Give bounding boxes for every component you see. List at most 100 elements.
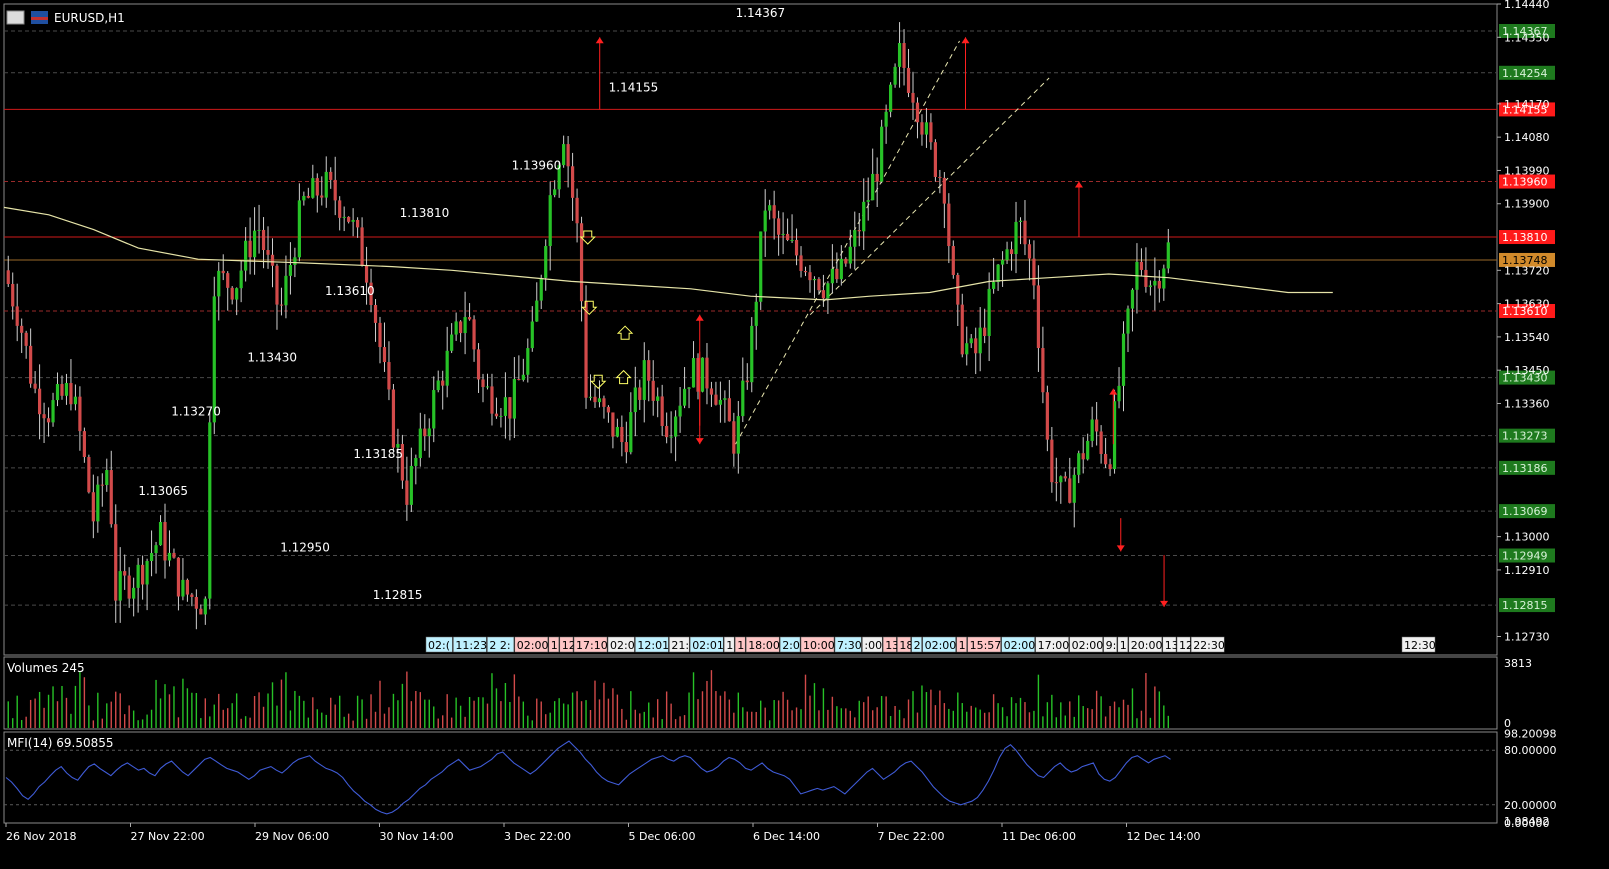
candle-body — [154, 545, 158, 554]
hollow-arrow-icon — [581, 300, 598, 316]
price-tick-label: 1.14080 — [1504, 131, 1550, 144]
candle-body — [494, 413, 499, 417]
candle-body — [82, 431, 86, 458]
candle-body — [1054, 482, 1058, 484]
candle-body — [629, 412, 633, 453]
candle-body — [499, 415, 503, 417]
candle-body — [91, 492, 95, 522]
time-strip-text: 10:00 — [803, 639, 835, 652]
level-annotation: 1.13610 — [325, 284, 375, 298]
candle-body — [441, 380, 445, 386]
candle-body — [665, 425, 669, 438]
candle-body — [1036, 285, 1041, 349]
candle-body — [723, 398, 727, 400]
time-strip-text: 2 2: — [489, 639, 510, 652]
candle-body — [194, 596, 198, 609]
candle-body — [373, 305, 378, 323]
candle-body — [114, 524, 118, 601]
candle-body — [897, 43, 902, 67]
candle-body — [1063, 476, 1067, 479]
chart-window-icon[interactable] — [6, 10, 25, 25]
candle-body — [212, 296, 216, 423]
candle-body — [929, 122, 933, 143]
signal-arrowhead — [1116, 545, 1125, 552]
candle-body — [620, 426, 624, 443]
candle-body — [965, 343, 969, 355]
candle-body — [588, 396, 593, 398]
price-axis: 1.144401.143501.141701.140801.139901.139… — [1497, 0, 1550, 644]
candle-body — [149, 553, 154, 562]
signal-arrowhead — [1074, 181, 1083, 188]
time-strip-text: 18:00 — [748, 639, 780, 652]
price-tick-label: 1.14170 — [1504, 98, 1550, 111]
candle-body — [611, 412, 615, 437]
candle-body — [512, 379, 516, 419]
candle-body — [217, 270, 221, 297]
candle-body — [741, 380, 745, 417]
candle-body — [938, 176, 942, 178]
candle-body — [261, 229, 266, 251]
candle-body — [467, 317, 472, 320]
candle-body — [974, 338, 978, 354]
candle-body — [123, 571, 127, 576]
time-strip-text: 22:30 — [1193, 639, 1225, 652]
candle-body — [1050, 439, 1054, 483]
time-strip-text: 12 — [1179, 639, 1193, 652]
candle-body — [266, 250, 270, 255]
candle-body — [709, 388, 714, 395]
candle-body — [817, 278, 821, 291]
price-tick-label: 1.13720 — [1504, 264, 1550, 277]
candle-body — [633, 387, 637, 413]
candle-body — [190, 594, 194, 597]
candle-body — [736, 416, 740, 454]
channel-lower-line — [809, 77, 1050, 316]
candle-body — [145, 561, 149, 585]
candle-body — [51, 400, 55, 423]
candle-body — [763, 210, 767, 232]
price-tick-label: 1.13990 — [1504, 164, 1550, 177]
candle-body — [46, 418, 51, 423]
candle-body — [235, 288, 239, 300]
time-tick-label: 3 Dec 22:00 — [504, 830, 571, 843]
candle-body — [772, 205, 776, 219]
hollow-arrow-icon — [616, 325, 634, 340]
horizontal-levels — [4, 30, 1497, 606]
time-tick-label: 26 Nov 2018 — [6, 830, 76, 843]
time-strip-text: 2:0 — [782, 639, 800, 652]
candle-body — [132, 587, 136, 599]
time-strip-text: 1 — [737, 639, 744, 652]
candle-body — [678, 405, 682, 417]
candle-body — [320, 195, 324, 198]
candle-body — [956, 274, 960, 305]
candle-body — [42, 414, 46, 419]
candle-body — [391, 389, 396, 448]
time-tick-label: 29 Nov 06:00 — [255, 830, 329, 843]
candle-body — [575, 197, 579, 224]
candle-body — [821, 290, 826, 299]
candle-body — [584, 301, 588, 398]
candle-body — [844, 258, 848, 264]
candle-body — [553, 189, 557, 196]
candle-body — [185, 579, 189, 595]
time-strip-text: 1 — [726, 639, 733, 652]
time-strip-text: 17:00 — [1038, 639, 1070, 652]
candle-body — [579, 223, 584, 302]
time-strip-text: 02:00 — [925, 639, 957, 652]
candle-body — [239, 270, 243, 289]
candle-body — [432, 390, 436, 429]
candle-body — [799, 255, 803, 271]
candle-body — [1041, 348, 1045, 393]
level-annotation: 1.13270 — [171, 405, 221, 419]
candle-body — [69, 383, 73, 405]
candle-body — [1032, 258, 1036, 286]
level-annotation: 1.13810 — [400, 206, 450, 220]
candle-body — [324, 171, 328, 198]
candle-body — [33, 383, 37, 389]
chart-canvas: 1.14155 1.13960 1.13810 1.13610 1.14367 1.142… — [3, 0, 1557, 843]
candle-body — [1027, 244, 1032, 259]
time-strip-text: 02:00 — [517, 639, 549, 652]
candle-body — [342, 216, 346, 218]
time-strip-text: 02:( — [428, 639, 450, 652]
candle-body — [642, 360, 646, 400]
candle-body — [158, 521, 163, 546]
